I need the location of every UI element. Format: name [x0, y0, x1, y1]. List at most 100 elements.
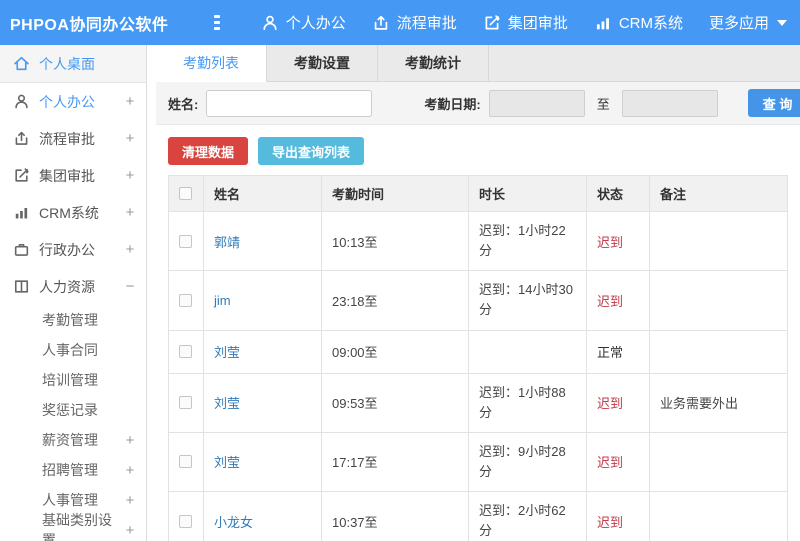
date-to-input[interactable] [621, 89, 718, 117]
top-nav-item[interactable]: 流程审批 [359, 0, 470, 45]
sidebar-subitem[interactable]: 考勤管理 [0, 305, 146, 335]
expand-toggle-icon: + [125, 93, 135, 110]
expand-toggle-icon: − [125, 278, 135, 295]
row-checkbox[interactable] [179, 234, 192, 248]
sidebar-item[interactable]: 人力资源 − [0, 268, 146, 305]
cell-time: 23:18至 [321, 270, 469, 331]
employee-name-link[interactable]: 郭靖 [214, 235, 240, 250]
sidebar: 个人桌面 个人办公 + 流程审批 + 集团审批 + CRM系统 + 行政办公 +… [0, 45, 147, 541]
sidebar-icon [13, 241, 30, 258]
sidebar-subitem[interactable]: 奖惩记录 [0, 395, 146, 425]
table-row: jim 23:18至 迟到：14小时30分 迟到 [168, 270, 788, 331]
cell-status: 迟到 [586, 431, 650, 493]
sidebar-item[interactable]: CRM系统 + [0, 194, 146, 231]
row-checkbox[interactable] [179, 396, 192, 410]
sidebar-item-label: 集团审批 [39, 167, 95, 184]
expand-toggle-icon: + [125, 521, 135, 539]
sidebar-subitem[interactable]: 基础类别设置 + [0, 512, 146, 541]
sidebar-item[interactable]: 行政办公 + [0, 231, 146, 268]
nav-icon [261, 14, 279, 32]
name-filter-input[interactable] [206, 89, 373, 117]
cell-name: 刘莹 [203, 329, 322, 374]
employee-name-link[interactable]: 刘莹 [214, 345, 240, 360]
sidebar-subitem-label: 招聘管理 [42, 462, 98, 478]
cell-name: 小龙女 [203, 491, 322, 541]
expand-toggle-icon: + [125, 491, 135, 509]
row-checkbox[interactable] [179, 293, 192, 307]
col-header-status: 状态 [586, 175, 650, 212]
name-filter-label: 姓名: [168, 96, 199, 112]
cell-duration: 迟到：1小时88分 [468, 372, 587, 433]
cell-name: 郭靖 [203, 210, 322, 272]
cell-duration: 迟到：1小时22分 [468, 210, 587, 272]
employee-name-link[interactable]: 刘莹 [214, 455, 240, 470]
row-checkbox[interactable] [179, 514, 192, 528]
top-nav-item[interactable]: CRM系统 [581, 0, 696, 45]
sidebar-subitem[interactable]: 人事合同 [0, 335, 146, 365]
app-title: PHPOA协同办公软件 [10, 16, 169, 34]
sidebar-item-label: 行政办公 [39, 241, 95, 258]
row-select-cell [168, 372, 204, 433]
row-select-cell [168, 491, 204, 541]
row-select-cell [168, 431, 204, 493]
col-header-name: 姓名 [203, 175, 322, 212]
top-nav-item[interactable]: 个人办公 [248, 0, 359, 45]
expand-toggle-icon: + [125, 130, 135, 147]
expand-toggle-icon: + [125, 167, 135, 184]
employee-name-link[interactable]: 刘莹 [214, 396, 240, 411]
col-header-time: 考勤时间 [321, 175, 469, 212]
top-nav-item[interactable]: 集团审批 [470, 0, 581, 45]
sidebar-item[interactable]: 个人桌面 [0, 45, 146, 83]
employee-name-link[interactable]: jim [214, 293, 231, 308]
tab[interactable]: 考勤设置 [267, 45, 378, 81]
sidebar-item[interactable]: 个人办公 + [0, 83, 146, 120]
export-list-button[interactable]: 导出查询列表 [258, 137, 365, 165]
row-checkbox[interactable] [179, 455, 192, 469]
top-nav-item-label: 集团审批 [507, 15, 568, 32]
row-checkbox[interactable] [179, 345, 192, 359]
cell-status: 正常 [586, 329, 650, 374]
employee-name-link[interactable]: 小龙女 [214, 515, 253, 530]
sidebar-icon [13, 55, 30, 72]
col-header-note: 备注 [649, 175, 788, 212]
sidebar-icon [13, 278, 30, 295]
tab[interactable]: 考勤统计 [378, 45, 489, 81]
nav-icon [483, 14, 501, 32]
col-header-duration: 时长 [468, 175, 587, 212]
action-bar: 清理数据 导出查询列表 [156, 125, 800, 175]
date-from-input[interactable] [488, 89, 585, 117]
nav-icon [372, 14, 390, 32]
clear-data-button[interactable]: 清理数据 [168, 137, 249, 165]
expand-toggle-icon: + [125, 241, 135, 258]
sidebar-item-label: 流程审批 [39, 130, 95, 147]
top-bar: PHPOA协同办公软件 个人办公 流程审批 集团审批 CRM系统 更多应用 [0, 0, 800, 45]
search-button[interactable]: 查 询 [747, 89, 800, 117]
select-all-cell [168, 175, 204, 212]
sidebar-subitem-label: 奖惩记录 [42, 402, 98, 418]
hamburger-menu-icon[interactable] [214, 12, 220, 34]
sidebar-item[interactable]: 流程审批 + [0, 120, 146, 157]
nav-icon [594, 14, 612, 32]
sidebar-subitem[interactable]: 培训管理 [0, 365, 146, 395]
attendance-table-wrap: 姓名 考勤时间 时长 状态 备注 郭靖 10:13至 迟到：1小时22分 迟到 … [168, 175, 788, 541]
cell-name: jim [203, 270, 322, 331]
cell-name: 刘莹 [203, 431, 322, 493]
cell-time: 17:17至 [321, 431, 469, 493]
top-nav-item[interactable]: 更多应用 [696, 0, 800, 45]
sidebar-subitem[interactable]: 薪资管理 + [0, 425, 146, 455]
tab[interactable]: 考勤列表 [156, 45, 267, 82]
tab-bar: 考勤列表 考勤设置 考勤统计 [156, 45, 800, 82]
row-select-cell [168, 210, 204, 272]
sidebar-item[interactable]: 集团审批 + [0, 157, 146, 194]
sidebar-item-label: CRM系统 [39, 204, 99, 221]
sidebar-icon [13, 93, 30, 110]
cell-name: 刘莹 [203, 372, 322, 433]
select-all-checkbox[interactable] [179, 187, 192, 200]
caret-down-icon [777, 19, 787, 26]
sidebar-item-label: 个人桌面 [39, 55, 95, 72]
sidebar-subitem[interactable]: 招聘管理 + [0, 455, 146, 485]
sidebar-item-label: 人力资源 [39, 278, 95, 295]
cell-duration: 迟到：2小时62分 [468, 491, 587, 541]
top-nav-item-label: 更多应用 [708, 15, 769, 32]
top-nav-item-label: 个人办公 [285, 15, 346, 32]
